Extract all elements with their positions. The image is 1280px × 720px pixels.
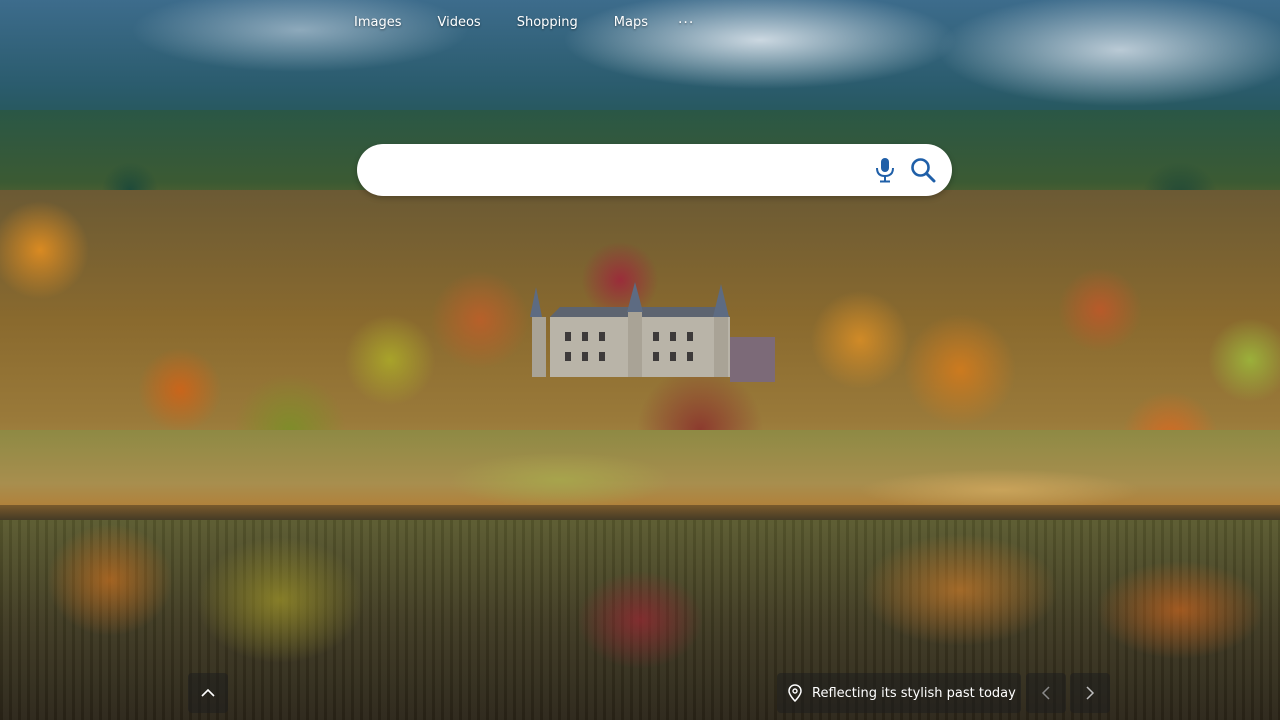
image-caption-button[interactable]: Reflecting its stylish past today <box>777 673 1021 713</box>
previous-image-button[interactable] <box>1026 673 1066 713</box>
chevron-up-icon <box>201 688 215 697</box>
scroll-up-button[interactable] <box>188 673 228 713</box>
nav-link-images[interactable]: Images <box>336 12 420 34</box>
nav-link-maps[interactable]: Maps <box>596 12 666 34</box>
voice-search-button[interactable] <box>866 151 904 189</box>
image-caption-text: Reflecting its stylish past today <box>812 685 1016 701</box>
location-pin-icon <box>788 684 802 702</box>
chevron-right-icon <box>1086 686 1095 700</box>
top-navigation: Images Videos Shopping Maps ··· <box>336 12 706 34</box>
next-image-button[interactable] <box>1070 673 1110 713</box>
search-icon <box>911 158 936 183</box>
search-button[interactable] <box>904 151 942 189</box>
search-box <box>357 144 952 196</box>
nav-link-shopping[interactable]: Shopping <box>499 12 596 34</box>
background-castle-image <box>530 282 775 382</box>
nav-link-videos[interactable]: Videos <box>420 12 499 34</box>
chevron-left-icon <box>1041 686 1050 700</box>
homepage-background: Images Videos Shopping Maps ··· Reflecti… <box>0 0 1280 720</box>
nav-more-menu[interactable]: ··· <box>666 12 706 34</box>
search-input[interactable] <box>357 144 866 196</box>
microphone-icon <box>876 158 894 183</box>
